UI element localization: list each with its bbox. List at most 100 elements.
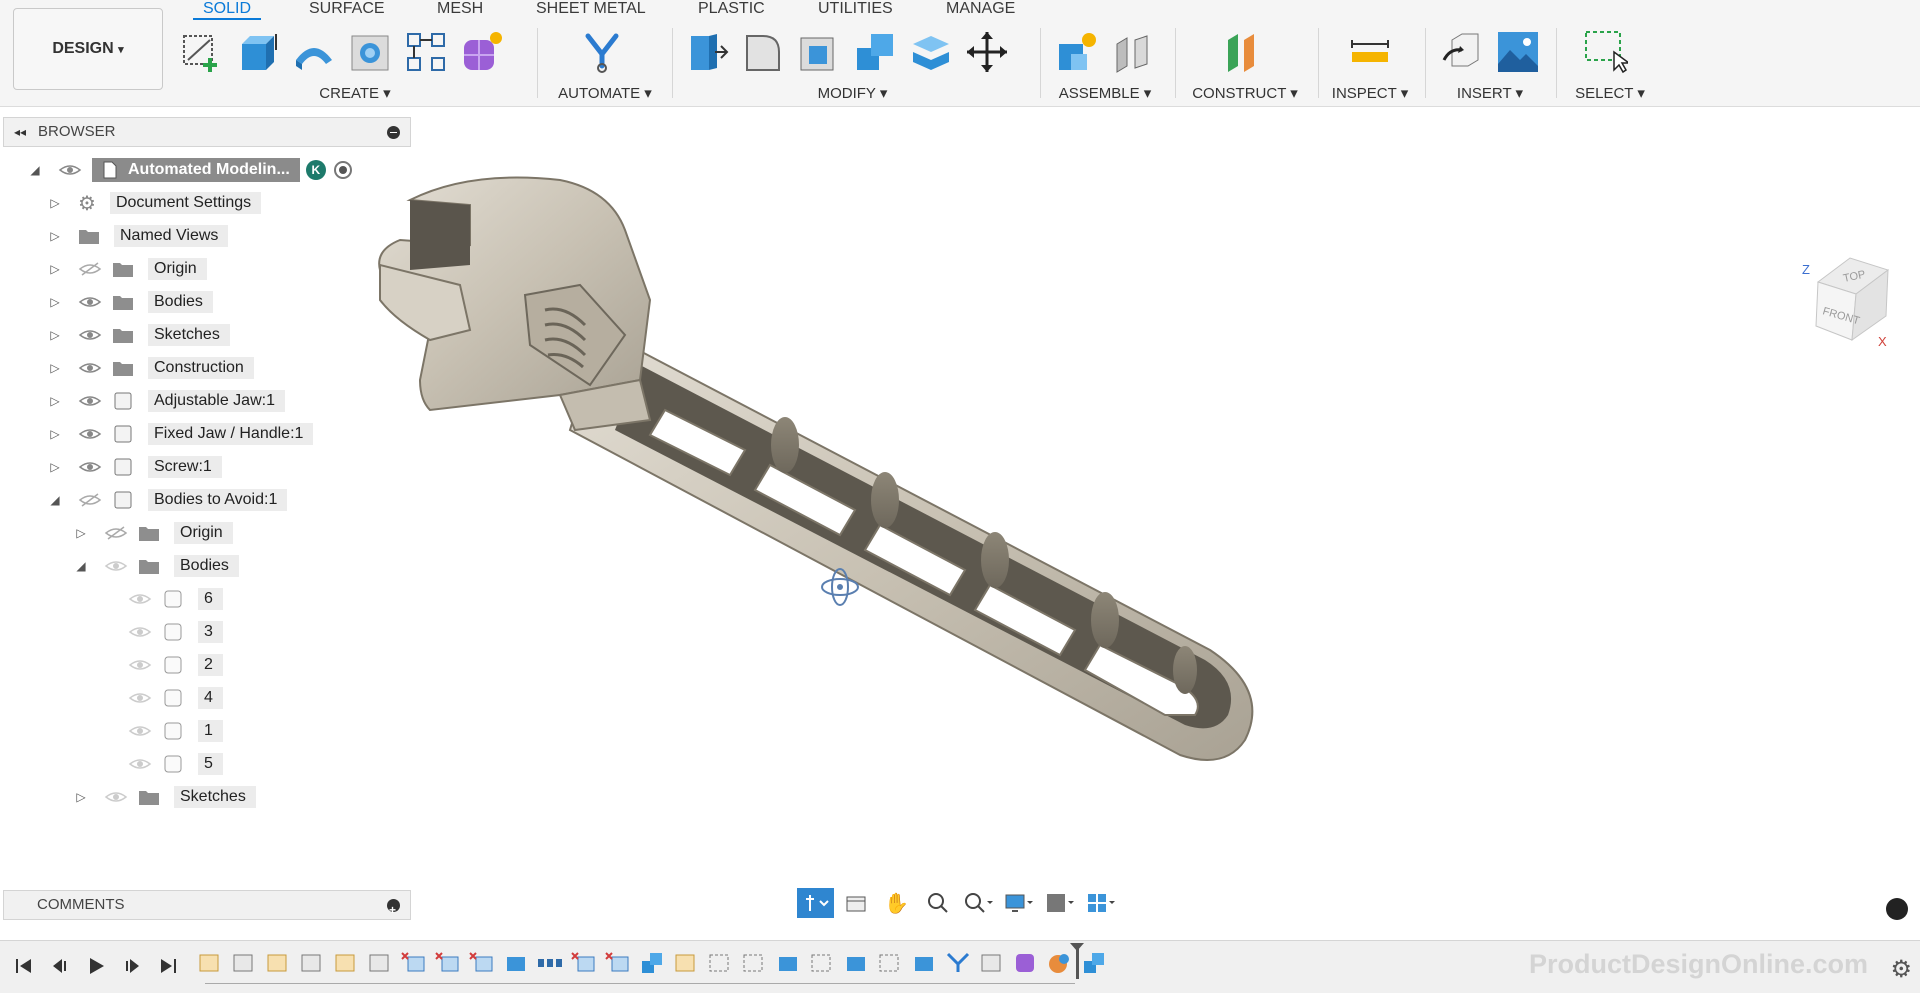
tree-item-body[interactable]: 4 [128, 685, 223, 711]
user-badge[interactable]: K [305, 160, 326, 180]
workspace-design-button[interactable]: DESIGN ▾ [13, 8, 163, 90]
minimize-icon[interactable] [387, 126, 400, 139]
tree-item-bodies-to-avoid[interactable]: ◢ Bodies to Avoid:1 [48, 487, 288, 513]
timeline-sketch-icon[interactable] [196, 951, 225, 975]
new-component-icon[interactable] [1055, 30, 1099, 74]
eye-icon[interactable] [78, 426, 102, 442]
go-to-start-icon[interactable] [10, 953, 38, 979]
collapsed-triangle-icon[interactable]: ▷ [48, 361, 62, 375]
orbit-button[interactable] [797, 888, 834, 918]
collapsed-triangle-icon[interactable]: ▷ [48, 427, 62, 441]
collapsed-triangle-icon[interactable]: ▷ [48, 295, 62, 309]
create-menu[interactable]: CREATE ▾ [145, 84, 565, 102]
insert-menu[interactable]: INSERT ▾ [1440, 84, 1540, 102]
hole-icon[interactable] [348, 30, 392, 74]
tree-item-body[interactable]: 2 [128, 652, 223, 678]
timeline-marker[interactable] [1070, 943, 1084, 979]
extrude-icon[interactable] [236, 30, 280, 74]
revolve-icon[interactable] [292, 30, 336, 74]
expanded-triangle-icon[interactable]: ◢ [28, 163, 42, 177]
timeline-sketch-icon[interactable] [264, 951, 293, 975]
eye-icon[interactable] [58, 162, 82, 178]
timeline-extrude-icon[interactable] [502, 951, 531, 975]
go-to-end-icon[interactable] [154, 953, 182, 979]
browser-panel-header[interactable]: ◂◂ BROWSER [3, 117, 411, 147]
collapsed-triangle-icon[interactable]: ▷ [48, 196, 62, 210]
tab-solid[interactable]: SOLID [192, 0, 262, 20]
tab-sheet-metal[interactable]: SHEET METAL [536, 0, 646, 18]
automate-icon[interactable] [580, 30, 624, 74]
eye-faded-icon[interactable] [128, 591, 152, 607]
timeline-sketch-plane-icon[interactable] [740, 951, 769, 975]
step-forward-icon[interactable] [118, 953, 146, 979]
tab-surface[interactable]: SURFACE [309, 0, 385, 18]
tree-item-child-bodies[interactable]: ◢ Bodies [74, 553, 239, 579]
tab-manage[interactable]: MANAGE [946, 0, 1015, 18]
collapsed-triangle-icon[interactable]: ▷ [48, 328, 62, 342]
collapse-panel-icon[interactable]: ◂◂ [14, 118, 26, 146]
play-icon[interactable] [82, 953, 110, 979]
pan-button[interactable]: ✋ [879, 888, 916, 918]
tree-item-construction[interactable]: ▷ Construction [48, 355, 254, 381]
timeline-delete-icon[interactable] [434, 951, 463, 975]
timeline-generative-icon[interactable] [1046, 951, 1075, 975]
timeline-form-icon[interactable] [1012, 951, 1041, 975]
shell-icon[interactable] [797, 30, 841, 74]
expanded-triangle-icon[interactable]: ◢ [48, 493, 62, 507]
eye-faded-icon[interactable] [128, 756, 152, 772]
tree-item-body[interactable]: 5 [128, 751, 223, 777]
press-pull-icon[interactable] [685, 30, 729, 74]
collapsed-triangle-icon[interactable]: ▷ [48, 262, 62, 276]
timeline-sketch-icon[interactable] [672, 951, 701, 975]
timeline-delete-icon[interactable] [400, 951, 429, 975]
assemble-menu[interactable]: ASSEMBLE ▾ [1045, 84, 1165, 102]
timeline-extrude-icon[interactable] [774, 951, 803, 975]
wrench-model[interactable] [0, 108, 1920, 888]
timeline-pattern-icon[interactable] [536, 951, 565, 975]
collapsed-triangle-icon[interactable]: ▷ [48, 394, 62, 408]
look-at-button[interactable] [838, 888, 875, 918]
timeline-automate-icon[interactable] [944, 951, 973, 975]
insert-derive-icon[interactable] [1440, 30, 1484, 74]
eye-hidden-icon[interactable] [78, 261, 102, 277]
tree-item-fixed-jaw-handle[interactable]: ▷ Fixed Jaw / Handle:1 [48, 421, 314, 447]
timeline-sketch-icon[interactable] [332, 951, 361, 975]
tree-item-bodies[interactable]: ▷ Bodies [48, 289, 213, 315]
timeline-settings-gear-icon[interactable]: ⚙ [1890, 955, 1912, 984]
eye-icon[interactable] [78, 327, 102, 343]
offset-face-icon[interactable] [909, 30, 953, 74]
tree-item-named-views[interactable]: ▷ Named Views [48, 223, 229, 249]
timeline-sketch-plane-icon[interactable] [876, 951, 905, 975]
tree-item-body[interactable]: 1 [128, 718, 223, 744]
form-icon[interactable] [460, 30, 504, 74]
eye-faded-icon[interactable] [128, 657, 152, 673]
construct-menu[interactable]: CONSTRUCT ▾ [1190, 84, 1300, 102]
canvas-viewport[interactable]: TOP FRONT Z X [0, 108, 1920, 888]
timeline-body-icon[interactable] [978, 951, 1007, 975]
canvas-image-icon[interactable] [1496, 30, 1540, 74]
activate-radio-icon[interactable] [333, 161, 352, 179]
timeline-sketch-plane-icon[interactable] [808, 951, 837, 975]
grid-snaps-button[interactable] [1042, 888, 1079, 918]
eye-icon[interactable] [78, 393, 102, 409]
tab-mesh[interactable]: MESH [437, 0, 483, 18]
eye-faded-icon[interactable] [128, 624, 152, 640]
eye-icon[interactable] [78, 459, 102, 475]
viewports-button[interactable] [1082, 888, 1119, 918]
timeline-body-icon[interactable] [366, 951, 395, 975]
view-cube[interactable]: TOP FRONT Z X [1800, 248, 1890, 349]
timeline-delete-icon[interactable] [570, 951, 599, 975]
eye-icon[interactable] [78, 294, 102, 310]
inspect-menu[interactable]: INSPECT ▾ [1330, 84, 1410, 102]
offset-plane-icon[interactable] [1222, 30, 1266, 74]
tree-item-document-settings[interactable]: ▷ ⚙ Document Settings [48, 190, 262, 216]
expanded-triangle-icon[interactable]: ◢ [74, 559, 88, 573]
timeline-combine-icon[interactable] [638, 951, 667, 975]
tree-root[interactable]: ◢ Automated Modelin... K [28, 157, 352, 183]
tree-item-child-origin[interactable]: ▷ Origin [74, 520, 233, 546]
zoom-button[interactable] [919, 888, 956, 918]
tab-plastic[interactable]: PLASTIC [698, 0, 765, 18]
fillet-icon[interactable] [741, 30, 785, 74]
fit-button[interactable] [960, 888, 997, 918]
tree-item-screw[interactable]: ▷ Screw:1 [48, 454, 222, 480]
